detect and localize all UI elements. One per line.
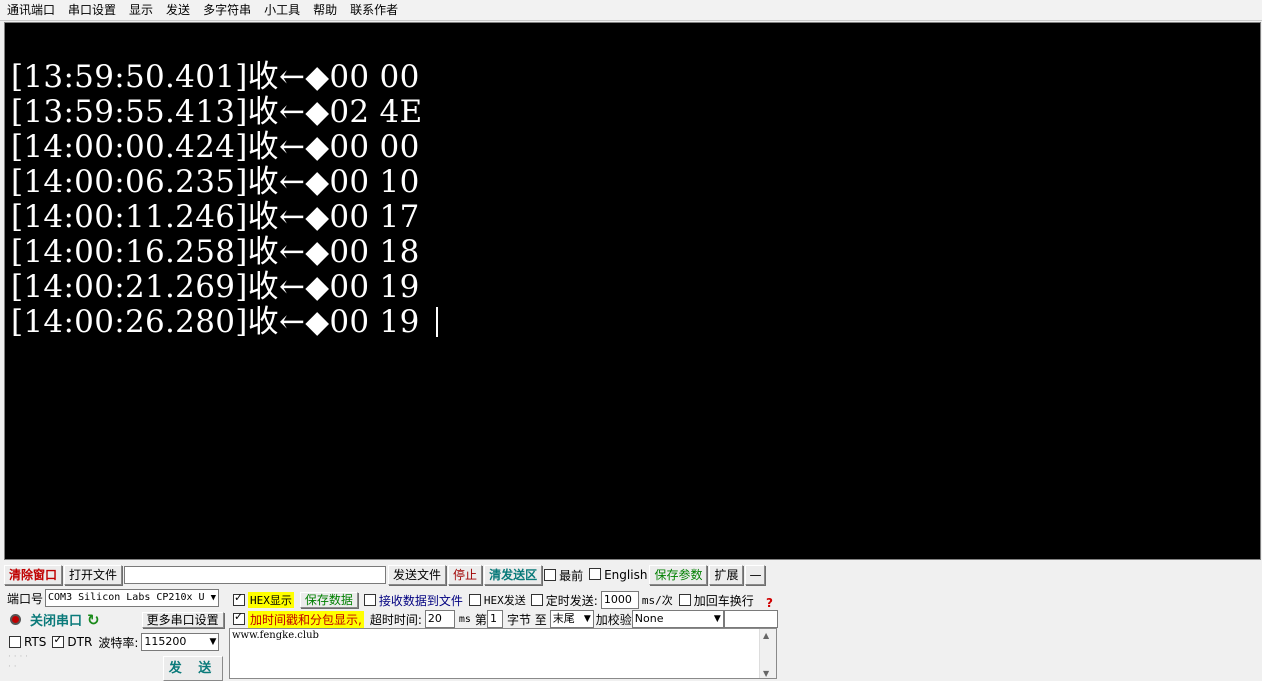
clear-window-button[interactable]: 清除窗口	[4, 565, 63, 585]
receive-line: [14:00:00.424]收←◆00 00	[11, 129, 420, 165]
checksum-extra-input[interactable]	[723, 610, 778, 628]
chevron-down-icon: ▼	[583, 614, 591, 624]
checksum-select[interactable]: None ▼	[631, 610, 724, 628]
port-select-value: COM3 Silicon Labs CP210x U	[48, 592, 205, 603]
open-file-button[interactable]: 打开文件	[64, 565, 123, 585]
refresh-icon[interactable]: ↻	[87, 611, 100, 629]
port-status-icon	[10, 614, 21, 625]
port-label: 端口号	[7, 591, 44, 606]
scroll-up-icon[interactable]: ▲	[763, 631, 769, 640]
stop-button[interactable]: 停止	[448, 565, 483, 585]
scroll-down-icon[interactable]: ▼	[763, 669, 769, 678]
append-crlf-checkbox[interactable]	[678, 594, 691, 606]
send-text-area[interactable]: www.fengke.club ▲ ▼	[229, 628, 777, 679]
menu-display[interactable]: 显示	[122, 0, 159, 20]
menu-contact-author[interactable]: 联系作者	[343, 0, 404, 20]
menu-comm-port[interactable]: 通讯端口	[0, 0, 61, 20]
interval-unit: ms/次	[641, 594, 673, 607]
receive-line: [14:00:21.269]收←◆00 19	[11, 269, 420, 305]
menu-help[interactable]: 帮助	[306, 0, 343, 20]
timeout-unit: ms	[458, 613, 471, 625]
save-data-button[interactable]: 保存数据	[299, 592, 358, 608]
always-on-top-checkbox[interactable]	[544, 568, 557, 581]
receive-window[interactable]: [13:59:50.401]收←◆00 00 [13:59:55.413]收←◆…	[4, 22, 1261, 560]
receive-line: [13:59:50.401]收←◆00 00	[11, 59, 420, 95]
dtr-checkbox[interactable]	[52, 633, 65, 648]
decorative-dots: · · · · · ·	[8, 652, 29, 672]
checksum-label: 加校验	[595, 612, 632, 627]
receive-line: [13:59:55.413]收←◆02 4E	[11, 94, 423, 130]
port-panel: 端口号 COM3 Silicon Labs CP210x U ▼ 关闭串口 ↻ 更…	[4, 588, 228, 681]
dtr-label: DTR	[67, 635, 93, 649]
chevron-down-icon: ▼	[713, 614, 721, 624]
hex-display-checkbox[interactable]	[233, 591, 245, 606]
timeout-input[interactable]: 20	[424, 610, 455, 628]
collapse-button[interactable]: —	[745, 565, 766, 585]
always-on-top-label: 最前	[559, 568, 584, 583]
timestamp-checkbox[interactable]	[233, 610, 245, 625]
english-label: English	[604, 568, 648, 582]
byte-end-value: 末尾	[552, 612, 575, 625]
port-select[interactable]: COM3 Silicon Labs CP210x U ▼	[45, 589, 220, 607]
receive-line-last: [14:00:26.280]收←◆00 19	[11, 305, 438, 340]
append-crlf-label: 加回车换行	[693, 593, 754, 608]
menu-bar: 通讯端口 串口设置 显示 发送 多字符串 小工具 帮助 联系作者	[0, 0, 1262, 21]
help-icon[interactable]: ?	[766, 596, 773, 610]
baud-select[interactable]: 115200 ▼	[141, 633, 220, 651]
send-scrollbar[interactable]: ▲ ▼	[759, 629, 776, 678]
more-port-settings-button[interactable]: 更多串口设置	[141, 611, 224, 628]
interval-input[interactable]: 1000	[600, 591, 639, 609]
rts-label: RTS	[24, 635, 47, 649]
menu-tools[interactable]: 小工具	[257, 0, 306, 20]
timestamp-label: 加时间戳和分包显示,	[248, 610, 364, 628]
recv-to-file-checkbox[interactable]	[363, 594, 376, 606]
send-button[interactable]: 发 送	[163, 656, 223, 681]
chevron-down-icon: ▼	[209, 637, 217, 647]
receive-line: [14:00:16.258]收←◆00 18	[11, 234, 420, 270]
english-checkbox[interactable]	[589, 568, 602, 580]
byte-prefix: 第	[474, 612, 487, 627]
toolbar: 清除窗口 打开文件 发送文件 停止 清发送区 最前 English 保存参数 扩…	[4, 564, 780, 586]
timeout-label: 超时时间:	[369, 612, 422, 627]
close-port-button[interactable]: 关闭串口	[30, 610, 82, 629]
byte-end-select[interactable]: 末尾 ▼	[549, 610, 594, 628]
always-on-top-option[interactable]: 最前	[544, 567, 583, 584]
hex-display-label: HEX显示	[248, 592, 294, 608]
receive-line: [14:00:06.235]收←◆00 10	[11, 164, 420, 200]
rts-checkbox[interactable]	[9, 636, 21, 648]
clear-send-button[interactable]: 清发送区	[484, 565, 543, 585]
menu-multi-string[interactable]: 多字符串	[196, 0, 257, 20]
menu-send[interactable]: 发送	[159, 0, 196, 20]
save-params-button[interactable]: 保存参数	[649, 565, 708, 585]
baud-select-value: 115200	[144, 635, 187, 648]
options-panel: HEX显示 保存数据 接收数据到文件 HEX发送 定时发送: 1000 ms/次…	[228, 588, 778, 679]
receive-lines: [13:59:50.401]收←◆00 00 [13:59:55.413]收←◆…	[11, 60, 438, 340]
baud-label: 波特率:	[98, 635, 139, 650]
byte-index-input[interactable]: 1	[486, 610, 503, 628]
timed-send-label: 定时发送:	[545, 593, 598, 608]
menu-serial-settings[interactable]: 串口设置	[61, 0, 122, 20]
file-path-input[interactable]	[124, 566, 387, 584]
byte-suffix: 字节 至	[506, 612, 547, 627]
hex-send-checkbox[interactable]	[468, 594, 481, 606]
expand-button[interactable]: 扩展	[709, 565, 744, 585]
text-caret	[435, 307, 438, 337]
receive-line-text: [14:00:26.280]收←◆00 19	[11, 304, 430, 340]
receive-line: [14:00:11.246]收←◆00 17	[11, 199, 420, 235]
chevron-down-icon: ▼	[210, 593, 217, 603]
english-option[interactable]: English	[589, 568, 647, 582]
send-text: www.fengke.club	[232, 630, 319, 641]
timed-send-checkbox[interactable]	[530, 594, 543, 606]
recv-to-file-label: 接收数据到文件	[378, 593, 463, 608]
hex-send-label: HEX发送	[483, 594, 526, 607]
checksum-value: None	[634, 612, 664, 625]
send-file-button[interactable]: 发送文件	[388, 565, 447, 585]
